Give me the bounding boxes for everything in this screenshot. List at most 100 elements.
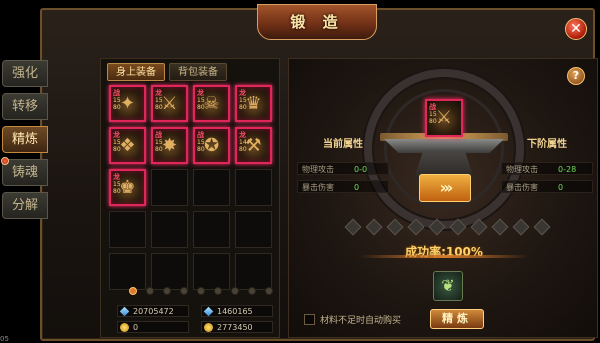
item-level: 15 80 — [155, 97, 163, 111]
attr-value: 0 — [354, 183, 360, 192]
bound-diamond-amount: 1460165 — [217, 307, 253, 316]
page-dot[interactable] — [214, 287, 222, 295]
diamond-balance: 20705472 — [117, 305, 189, 317]
next-attributes: 下阶属性 物理攻击 0-28 暴击伤害 0 — [501, 135, 593, 198]
refine-star-icon — [428, 218, 446, 236]
equipment-slot[interactable]: ✪ 战 15 80 — [193, 127, 230, 164]
gold-amount: 0 — [133, 323, 139, 332]
page-dot[interactable] — [231, 287, 239, 295]
side-tab-3[interactable]: 铸魂 — [1, 157, 48, 186]
refine-star-icon — [449, 218, 467, 236]
refine-star-icon — [344, 218, 362, 236]
tab-backpack[interactable]: 背包装备 — [169, 63, 227, 81]
gold-balance: 0 — [117, 321, 189, 333]
empty-slot[interactable] — [193, 169, 230, 206]
page-dot[interactable] — [248, 287, 256, 295]
equipment-slot[interactable]: ⚔ 龙 15 80 — [151, 85, 188, 122]
diamond-amount: 20705472 — [133, 307, 174, 316]
attr-row: 暴击伤害 0 — [501, 180, 593, 193]
refine-star-icon — [365, 218, 383, 236]
attr-row: 物理攻击 0-28 — [501, 162, 593, 175]
side-tab-label: 分解 — [11, 198, 38, 213]
item-level: 14 80 — [239, 139, 247, 153]
item-level: 15 80 — [239, 97, 247, 111]
page-dot[interactable] — [129, 287, 137, 295]
refine-star-icon — [512, 218, 530, 236]
auto-buy-option[interactable]: 材料不足时自动购买 — [304, 313, 401, 326]
equipment-slot[interactable]: ⚒ 龙 14 80 — [235, 127, 272, 164]
equipment-slot[interactable]: ♚ 龙 15 80 — [109, 169, 146, 206]
side-tab-label: 转移 — [11, 99, 38, 114]
refine-star-icon — [470, 218, 488, 236]
anvil — [384, 139, 504, 153]
refine-star-icon — [386, 218, 404, 236]
corner-number: 05 — [0, 335, 9, 343]
attr-name: 暴击伤害 — [302, 183, 334, 192]
empty-slot[interactable] — [193, 211, 230, 248]
side-tab-0[interactable]: 强化 — [2, 60, 48, 87]
empty-slot[interactable] — [235, 253, 272, 290]
help-icon[interactable]: ? — [567, 67, 585, 85]
page-dot[interactable] — [163, 287, 171, 295]
forge-item-slot[interactable]: 战 15 80 ⚔ — [425, 99, 463, 137]
item-grid: ✦ 战 15 80 ⚔ 龙 15 80 ☠ 龙 15 80 ♛ 龙 15 80 ❖ 龙 15 80 ✸ 战 15 … — [109, 85, 277, 290]
side-tab-label: 精炼 — [11, 132, 38, 147]
side-tab-1[interactable]: 转移 — [2, 93, 48, 120]
bound-gold-balance: 2773450 — [201, 321, 273, 333]
empty-slot[interactable] — [151, 253, 188, 290]
equipment-slot[interactable]: ✸ 战 15 80 — [151, 127, 188, 164]
current-attr-title: 当前属性 — [323, 139, 363, 150]
tab-equipped[interactable]: 身上装备 — [107, 63, 165, 81]
sword-icon: ⚔ — [435, 107, 453, 128]
page-dot[interactable] — [197, 287, 205, 295]
page-dot[interactable] — [146, 287, 154, 295]
side-tab-label: 强化 — [11, 66, 38, 81]
refine-star-icon — [407, 218, 425, 236]
equipment-slot[interactable]: ☠ 龙 15 80 — [193, 85, 230, 122]
side-tab-4[interactable]: 分解 — [2, 192, 48, 219]
upgrade-arrows-icon: ››› — [419, 174, 471, 202]
attr-value: 0-0 — [354, 165, 368, 174]
diamond-icon — [203, 306, 214, 317]
item-level: 15 80 — [113, 97, 121, 111]
function-tabs: 强化转移精炼铸魂分解 — [1, 60, 52, 225]
alert-dot-icon — [1, 157, 9, 165]
auto-buy-checkbox[interactable] — [304, 314, 315, 325]
equipment-slot[interactable]: ♛ 龙 15 80 — [235, 85, 272, 122]
attr-name: 物理攻击 — [302, 165, 334, 174]
attr-name: 暴击伤害 — [506, 183, 538, 192]
side-tab-label: 铸魂 — [11, 165, 38, 180]
refine-stone-icon: ❦ — [441, 276, 455, 295]
page-dot[interactable] — [265, 287, 273, 295]
bound-diamond-balance: 1460165 — [201, 305, 273, 317]
close-icon[interactable]: ✕ — [565, 18, 587, 40]
diamond-icon — [119, 306, 130, 317]
rate-divider — [359, 255, 529, 258]
empty-slot[interactable] — [193, 253, 230, 290]
equipment-panel: 身上装备 背包装备 ✦ 战 15 80 ⚔ 龙 15 80 ☠ 龙 15 80 ♛ 龙 15 80 ❖ 龙… — [100, 58, 280, 338]
bag-tabs: 身上装备 背包装备 — [107, 63, 227, 81]
equipment-slot[interactable]: ❖ 龙 15 80 — [109, 127, 146, 164]
page-indicator — [129, 287, 273, 295]
page-dot[interactable] — [180, 287, 188, 295]
item-level: 15 80 — [155, 139, 163, 153]
item-level: 15 80 — [113, 181, 121, 195]
attr-row: 物理攻击 0-0 — [297, 162, 389, 175]
empty-slot[interactable] — [109, 211, 146, 248]
item-level: 15 80 — [197, 97, 205, 111]
material-slot[interactable]: ❦ — [433, 271, 463, 301]
empty-slot[interactable] — [235, 169, 272, 206]
equipment-slot[interactable]: ✦ 战 15 80 — [109, 85, 146, 122]
empty-slot[interactable] — [109, 253, 146, 290]
empty-slot[interactable] — [151, 211, 188, 248]
empty-slot[interactable] — [235, 211, 272, 248]
empty-slot[interactable] — [151, 169, 188, 206]
refine-star-icon — [533, 218, 551, 236]
side-tab-2[interactable]: 精炼 — [2, 126, 48, 153]
attr-value: 0 — [558, 183, 564, 192]
item-level: 15 80 — [113, 139, 121, 153]
bound-gold-amount: 2773450 — [217, 323, 253, 332]
gold-icon — [204, 323, 213, 332]
refine-star-icon — [491, 218, 509, 236]
refine-button[interactable]: 精炼 — [430, 309, 484, 329]
